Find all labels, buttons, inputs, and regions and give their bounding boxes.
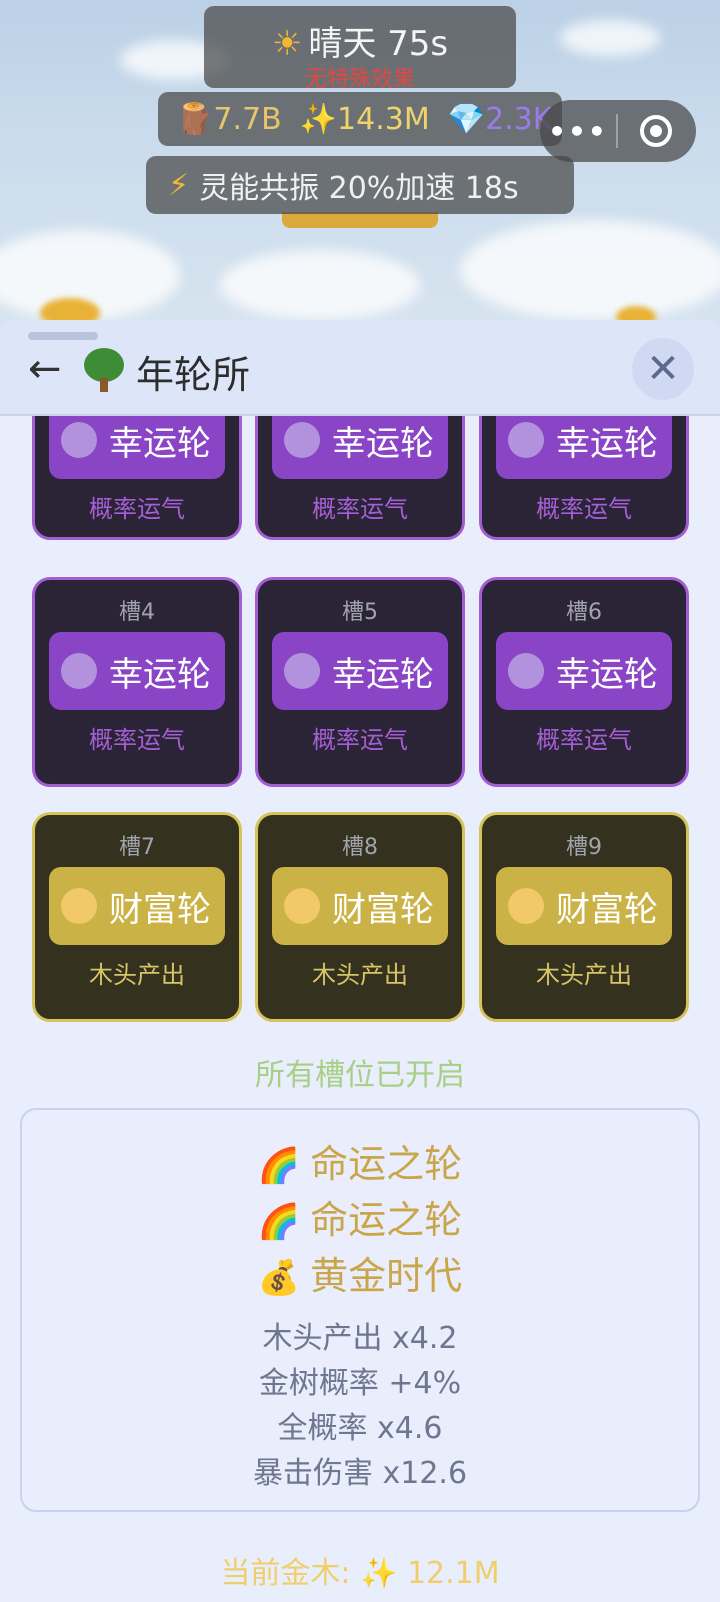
slot-desc: 木头产出 — [312, 961, 408, 989]
stat-item: 金树概率 +4% — [258, 1366, 462, 1401]
slot-name: 槽7 — [119, 835, 155, 860]
current-gold-value: 12.1M — [406, 1556, 500, 1591]
cloud — [460, 220, 720, 320]
close-button[interactable]: ✕ — [632, 338, 694, 400]
boost-text: 灵能共振 20%加速 18s — [199, 171, 519, 206]
stat-item: 暴击伤害 x12.6 — [252, 1456, 468, 1491]
wheel-label: 财富轮 — [556, 889, 658, 930]
slot-name: 槽6 — [566, 600, 602, 625]
slot-5[interactable]: 槽5 幸运轮 概率运气 — [255, 577, 465, 787]
effect-label: 黄金时代 — [310, 1254, 463, 1298]
wheel-label: 幸运轮 — [109, 654, 211, 695]
slot-desc: 概率运气 — [89, 495, 185, 523]
stat-list: 木头产出 x4.2 金树概率 +4% 全概率 x4.6 暴击伤害 x12.6 — [22, 1316, 698, 1496]
cloud — [560, 20, 660, 56]
active-effects: 🌈 命运之轮 🌈 命运之轮 💰 黄金时代 — [22, 1136, 698, 1304]
weather-title: 晴天 75s — [308, 24, 449, 64]
wheel-circle-icon — [508, 888, 544, 924]
bonus-summary-card: 🌈 命运之轮 🌈 命运之轮 💰 黄金时代 木头产出 x4.2 金树概率 +4% 全概率… — [20, 1108, 700, 1512]
wheel-button[interactable]: 幸运轮 — [496, 632, 672, 710]
wheel-label: 幸运轮 — [332, 654, 434, 695]
rainbow-icon: 🌈 — [257, 1202, 301, 1242]
effect-item: 🌈 命运之轮 — [22, 1192, 698, 1248]
slot-name: 槽8 — [342, 835, 378, 860]
wheel-label: 财富轮 — [332, 889, 434, 930]
wheel-circle-icon — [61, 888, 97, 924]
drag-handle[interactable] — [28, 332, 98, 340]
wheel-button[interactable]: 财富轮 — [272, 867, 448, 945]
tree-icon — [84, 348, 124, 394]
wheel-circle-icon — [284, 888, 320, 924]
wheel-button[interactable]: 幸运轮 — [272, 632, 448, 710]
effect-label: 命运之轮 — [310, 1198, 463, 1242]
slot-6[interactable]: 槽6 幸运轮 概率运气 — [479, 577, 689, 787]
wheel-circle-icon — [284, 653, 320, 689]
cloud — [220, 250, 420, 320]
sparkle-icon: ✨ — [360, 1556, 398, 1591]
slot-desc: 概率运气 — [89, 726, 185, 754]
panel-header-overlay: ← 年轮所 ✕ — [0, 320, 720, 416]
wheel-circle-icon — [61, 653, 97, 689]
slot-desc: 概率运气 — [536, 495, 632, 523]
more-menu-button[interactable]: ••• — [540, 115, 616, 148]
effect-label: 命运之轮 — [310, 1142, 463, 1186]
stat-item: 木头产出 x4.2 — [262, 1321, 458, 1356]
wheel-circle-icon — [284, 422, 320, 458]
scene-button-edge — [282, 212, 438, 228]
effect-item: 💰 黄金时代 — [22, 1248, 698, 1304]
close-icon: ✕ — [646, 346, 680, 392]
slot-8[interactable]: 槽8 财富轮 木头产出 — [255, 812, 465, 1022]
slot-desc: 概率运气 — [312, 726, 408, 754]
weather-status: ☀ 晴天 75s — [204, 16, 516, 65]
slot-name: 槽9 — [566, 835, 602, 860]
wheel-label: 幸运轮 — [332, 423, 434, 464]
wheel-circle-icon — [61, 422, 97, 458]
stat-item: 全概率 x4.6 — [277, 1411, 443, 1446]
slot-desc: 概率运气 — [312, 495, 408, 523]
slot-4[interactable]: 槽4 幸运轮 概率运气 — [32, 577, 242, 787]
gold-wood-value: 14.3M — [337, 101, 430, 137]
all-slots-open-text: 所有槽位已开启 — [255, 1058, 465, 1093]
rainbow-icon: 🌈 — [257, 1146, 301, 1186]
miniprogram-capsule: ••• — [540, 100, 696, 162]
weather-panel: ☀ 晴天 75s 无特殊效果 — [204, 6, 516, 92]
page-title: 年轮所 — [136, 353, 251, 397]
resource-bar: 🪵7.7B ✨14.3M 💎2.3K — [158, 92, 562, 146]
wheel-label: 幸运轮 — [556, 654, 658, 695]
wheel-circle-icon — [508, 422, 544, 458]
wood-value: 7.7B — [213, 101, 282, 137]
money-bag-icon: 💰 — [257, 1258, 301, 1298]
slot-name: 槽5 — [342, 600, 378, 625]
lightning-icon: ⚡ — [168, 167, 190, 203]
current-gold-wood: 当前金木: ✨ 12.1M — [0, 1548, 720, 1592]
wheel-label: 财富轮 — [109, 889, 211, 930]
target-icon — [640, 115, 672, 147]
weather-effect: 无特殊效果 — [304, 67, 415, 92]
slot-desc: 木头产出 — [536, 961, 632, 989]
slot-9[interactable]: 槽9 财富轮 木头产出 — [479, 812, 689, 1022]
game-scene-background: ☀ 晴天 75s 无特殊效果 🪵7.7B ✨14.3M 💎2.3K ⚡ 灵能共振 … — [0, 0, 720, 330]
wheel-button[interactable]: 财富轮 — [49, 867, 225, 945]
wheel-button[interactable]: 财富轮 — [496, 867, 672, 945]
effect-item: 🌈 命运之轮 — [22, 1136, 698, 1192]
gold-wood-resource: ✨14.3M — [299, 101, 430, 137]
back-button[interactable]: ← — [28, 346, 62, 392]
close-miniprogram-button[interactable] — [618, 115, 694, 147]
wheel-circle-icon — [508, 653, 544, 689]
boost-banner: ⚡ 灵能共振 20%加速 18s — [146, 156, 574, 214]
wheel-label: 幸运轮 — [109, 423, 211, 464]
wheel-button[interactable]: 幸运轮 — [49, 632, 225, 710]
wood-resource: 🪵7.7B — [176, 101, 282, 137]
current-gold-label: 当前金木: — [220, 1556, 351, 1591]
gem-resource: 💎2.3K — [447, 101, 553, 137]
slot-7[interactable]: 槽7 财富轮 木头产出 — [32, 812, 242, 1022]
slot-name: 槽4 — [119, 600, 155, 625]
wheel-label: 幸运轮 — [556, 423, 658, 464]
sun-icon: ☀ — [271, 24, 303, 64]
slot-desc: 木头产出 — [89, 961, 185, 989]
slot-desc: 概率运气 — [536, 726, 632, 754]
